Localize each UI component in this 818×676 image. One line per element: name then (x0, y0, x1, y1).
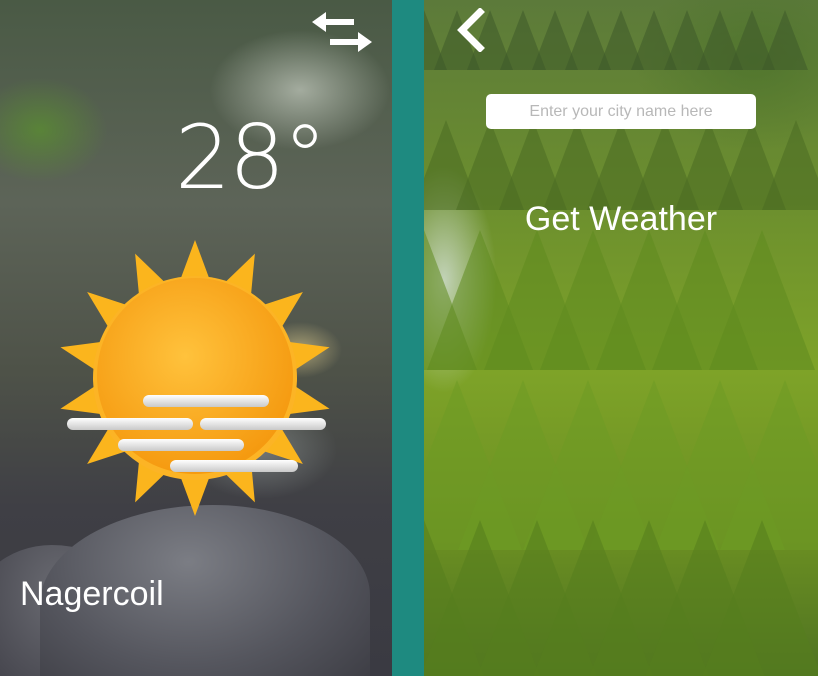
city-name-input[interactable] (486, 94, 756, 129)
pine-tree (762, 120, 818, 210)
temperature-label: 28° (175, 106, 327, 209)
weather-screen: 28° Nagercoil (0, 0, 392, 676)
screen-divider (392, 0, 424, 676)
chevron-left-icon[interactable] (454, 8, 488, 52)
pine-tree (762, 10, 808, 70)
city-label: Nagercoil (20, 575, 164, 613)
pine-tree (709, 230, 815, 370)
sun-with-haze-icon (60, 240, 330, 516)
get-weather-button[interactable]: Get Weather (486, 200, 756, 239)
pine-tree (697, 520, 818, 676)
swap-arrows-icon[interactable] (310, 10, 374, 54)
